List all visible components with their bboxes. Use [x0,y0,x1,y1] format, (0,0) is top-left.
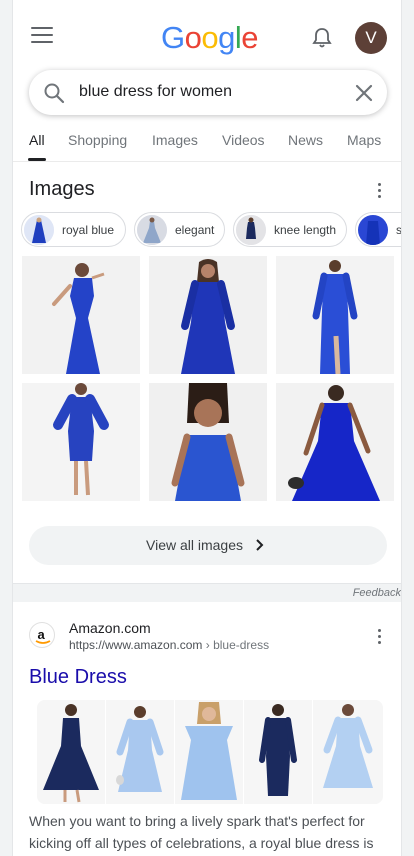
search-icon[interactable] [43,82,65,104]
svg-text:a: a [38,627,46,642]
image-result[interactable] [22,256,140,374]
chip-thumbnail [137,215,167,245]
search-tabs: All Shopping Images Videos News Maps [13,122,401,162]
clear-search-icon[interactable] [353,82,375,104]
chip-label: knee length [274,223,337,237]
tab-news[interactable]: News [288,132,323,148]
amazon-favicon-icon: a [29,622,55,648]
hamburger-menu-icon[interactable] [31,27,53,45]
logo-letter: g [218,20,235,55]
tab-shopping[interactable]: Shopping [68,132,127,148]
notifications-bell-icon[interactable] [312,27,332,49]
chip-knee-length[interactable]: knee length [233,212,347,247]
image-result[interactable] [149,383,267,501]
chip-thumbnail [236,215,266,245]
image-result[interactable] [276,383,394,501]
chip-label: s [396,223,402,237]
chip-label: royal blue [62,223,115,237]
result-more-options-icon[interactable] [378,629,382,645]
chip-thumbnail [24,215,54,245]
chip-more[interactable]: s [355,212,402,247]
chevron-right-icon [256,539,264,551]
search-box[interactable]: blue dress for women [29,70,387,115]
active-tab-indicator [28,158,46,161]
tab-maps[interactable]: Maps [347,132,381,148]
image-result[interactable] [22,383,140,501]
result-image[interactable] [37,700,105,804]
top-bar: Google V [13,0,401,72]
chip-label: elegant [175,223,215,237]
result-url[interactable]: https://www.amazon.com › blue-dress [69,638,269,652]
result-url-breadcrumb: › blue-dress [205,638,270,652]
account-avatar[interactable]: V [355,22,387,54]
google-logo[interactable]: Google [161,20,259,56]
view-all-images-label: View all images [146,537,244,553]
result-image[interactable] [175,700,243,804]
tab-all[interactable]: All [29,132,45,148]
logo-letter: o [201,20,219,55]
result-image-strip [37,700,383,804]
result-snippet: When you want to bring a lively spark th… [29,813,374,851]
result-site-name[interactable]: Amazon.com [69,620,151,636]
logo-letter: G [161,20,185,55]
image-result[interactable] [149,256,267,374]
result-url-domain: https://www.amazon.com [69,638,203,652]
view-all-images-button[interactable]: View all images [29,526,387,565]
search-results-page: Google V blue dress for women All Shoppi… [12,0,402,856]
result-image[interactable] [106,700,174,804]
tab-videos[interactable]: Videos [222,132,265,148]
feedback-link[interactable]: Feedback [353,587,401,599]
search-input[interactable]: blue dress for women [79,83,232,101]
result-image[interactable] [244,700,312,804]
images-more-options-icon[interactable] [378,183,382,199]
image-result[interactable] [276,256,394,374]
images-section-title: Images [29,178,95,200]
logo-letter: o [184,20,202,55]
chip-royal-blue[interactable]: royal blue [21,212,126,247]
chip-elegant[interactable]: elegant [134,212,225,247]
logo-letter: e [241,20,259,55]
chip-thumbnail [358,215,388,245]
result-image[interactable] [313,700,383,804]
result-title-link[interactable]: Blue Dress [29,666,127,689]
image-suggestion-chips: royal blue elegant knee length s [21,212,402,248]
tab-images[interactable]: Images [152,132,198,148]
section-divider: Feedback [13,583,401,602]
